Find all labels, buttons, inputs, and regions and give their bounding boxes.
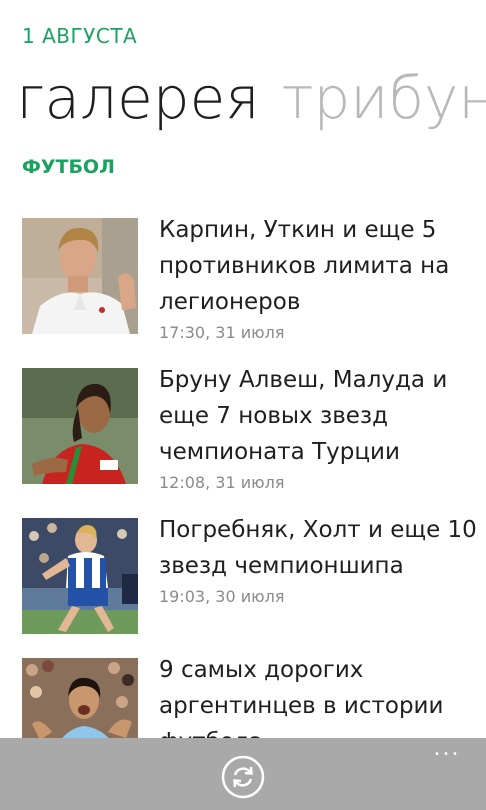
app-screen: 1 АВГУСТА галерея трибуна ФУТБОЛ xyxy=(0,0,486,810)
news-title: Бруну Алвеш, Малуда и еще 7 новых звезд … xyxy=(159,367,448,465)
news-item[interactable]: Погребняк, Холт и еще 10 звезд чемпионши… xyxy=(22,512,482,642)
news-time: 17:30, 31 июля xyxy=(159,323,285,342)
news-time: 12:08, 31 июля xyxy=(159,473,285,492)
section-title: ФУТБОЛ xyxy=(22,156,115,178)
news-title: Карпин, Уткин и еще 5 противников лимита… xyxy=(159,217,450,315)
news-thumbnail xyxy=(22,218,138,334)
news-item[interactable]: Бруну Алвеш, Малуда и еще 7 новых звезд … xyxy=(22,362,482,492)
news-time: 19:03, 30 июля xyxy=(159,587,285,606)
news-thumbnail xyxy=(22,368,138,484)
date-label: 1 АВГУСТА xyxy=(22,24,138,48)
refresh-icon xyxy=(221,755,265,799)
news-item[interactable]: Карпин, Уткин и еще 5 противников лимита… xyxy=(22,212,482,342)
pivot-header: галерея трибуна xyxy=(16,62,486,134)
news-thumbnail xyxy=(22,518,138,634)
news-text: Бруну Алвеш, Малуда и еще 7 новых звезд … xyxy=(159,362,479,494)
pivot-item-gallery[interactable]: галерея xyxy=(16,64,260,132)
refresh-button[interactable] xyxy=(220,754,266,800)
news-text: Погребняк, Холт и еще 10 звезд чемпионши… xyxy=(159,512,479,608)
news-text: Карпин, Уткин и еще 5 противников лимита… xyxy=(159,212,479,344)
news-title: Погребняк, Холт и еще 10 звезд чемпионши… xyxy=(159,517,477,579)
app-bar: ... xyxy=(0,738,486,810)
more-button[interactable]: ... xyxy=(430,738,464,760)
pivot-item-tribune[interactable]: трибуна xyxy=(282,64,486,132)
